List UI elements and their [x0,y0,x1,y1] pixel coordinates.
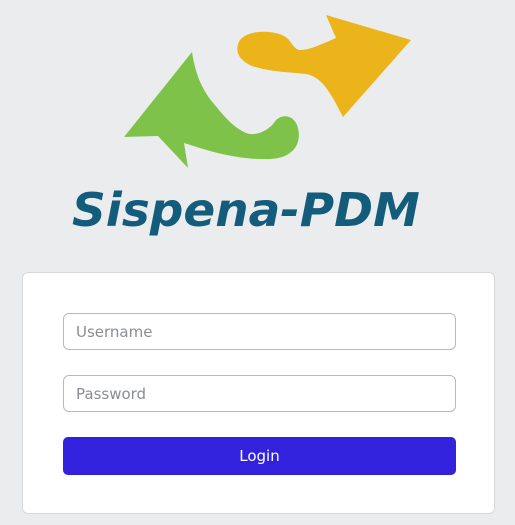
username-field[interactable] [63,313,456,350]
login-button[interactable]: Login [63,437,456,475]
brand-logo: Sispena-PDM [0,0,515,260]
brand-name: Sispena-PDM [72,183,420,237]
yellow-arrow-shape [237,15,411,117]
password-field[interactable] [63,375,456,412]
login-card: Login [22,272,495,514]
